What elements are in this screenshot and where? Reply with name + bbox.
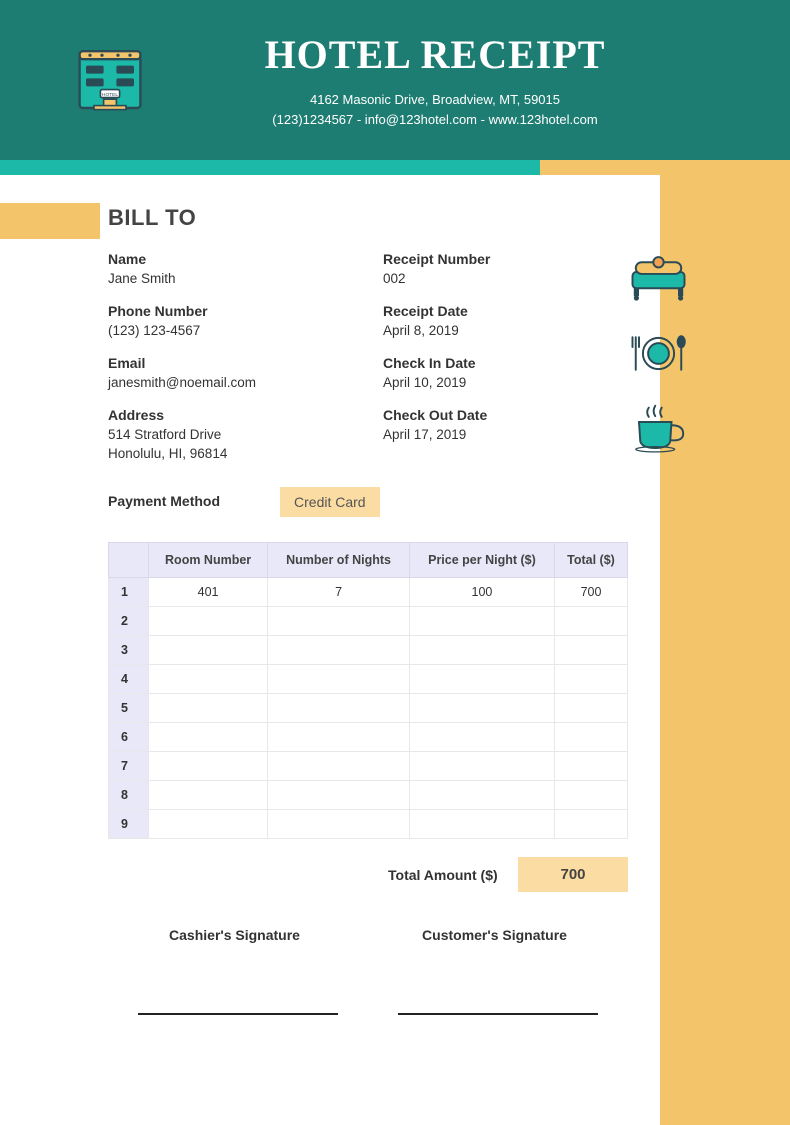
cell-nights — [268, 781, 410, 810]
cell-room — [149, 694, 268, 723]
phone-label: Phone Number — [108, 303, 353, 319]
table-row: 2 — [109, 607, 628, 636]
table-row: 5 — [109, 694, 628, 723]
cell-room — [149, 723, 268, 752]
table-row: 6 — [109, 723, 628, 752]
cell-price — [409, 752, 554, 781]
phone-value: (123) 123-4567 — [108, 322, 353, 341]
customer-info: Name Jane Smith Phone Number (123) 123-4… — [108, 251, 353, 477]
total-amount-label: Total Amount ($) — [388, 867, 498, 883]
items-table: Room Number Number of Nights Price per N… — [108, 542, 628, 839]
cell-price — [409, 781, 554, 810]
row-number: 1 — [109, 578, 149, 607]
cell-price — [409, 607, 554, 636]
cell-price — [409, 723, 554, 752]
total-amount-value: 700 — [518, 857, 628, 892]
cell-price — [409, 810, 554, 839]
table-row: 3 — [109, 636, 628, 665]
cell-room — [149, 636, 268, 665]
table-row: 7 — [109, 752, 628, 781]
header: HOTEL HOTEL RECEIPT 4162 Masonic Drive, … — [0, 0, 790, 160]
cashier-signature-line — [138, 1013, 338, 1015]
name-label: Name — [108, 251, 353, 267]
cell-nights — [268, 665, 410, 694]
cell-price: 100 — [409, 578, 554, 607]
cell-total — [555, 752, 628, 781]
receipt-date-label: Receipt Date — [383, 303, 628, 319]
cell-total — [555, 636, 628, 665]
address-label: Address — [108, 407, 353, 423]
coffee-icon — [626, 401, 691, 456]
bed-icon — [626, 251, 691, 306]
hotel-address: 4162 Masonic Drive, Broadview, MT, 59015 — [150, 90, 720, 110]
table-row: 9 — [109, 810, 628, 839]
svg-text:HOTEL: HOTEL — [102, 92, 118, 98]
email-value: janesmith@noemail.com — [108, 374, 353, 393]
cell-nights — [268, 694, 410, 723]
customer-signature-label: Customer's Signature — [422, 927, 567, 943]
cell-nights — [268, 636, 410, 665]
cell-price — [409, 665, 554, 694]
divider-stripe — [0, 160, 790, 175]
email-label: Email — [108, 355, 353, 371]
cell-room: 401 — [149, 578, 268, 607]
cell-price — [409, 636, 554, 665]
cashier-signature-label: Cashier's Signature — [169, 927, 300, 943]
row-number: 4 — [109, 665, 149, 694]
customer-signature-line — [398, 1013, 598, 1015]
checkout-label: Check Out Date — [383, 407, 628, 423]
row-number: 8 — [109, 781, 149, 810]
hotel-contact: (123)1234567 - info@123hotel.com - www.1… — [150, 110, 720, 130]
row-number: 5 — [109, 694, 149, 723]
row-number: 6 — [109, 723, 149, 752]
cell-total — [555, 607, 628, 636]
address-line1: 514 Stratford Drive — [108, 426, 353, 445]
cell-total — [555, 781, 628, 810]
cell-total — [555, 665, 628, 694]
bill-to-heading: BILL TO — [108, 205, 628, 231]
row-number: 9 — [109, 810, 149, 839]
address-line2: Honolulu, HI, 96814 — [108, 445, 353, 464]
receipt-info: Receipt Number 002 Receipt Date April 8,… — [383, 251, 628, 477]
table-row: 8 — [109, 781, 628, 810]
col-room: Room Number — [149, 543, 268, 578]
cell-total — [555, 723, 628, 752]
row-number: 3 — [109, 636, 149, 665]
table-row: 14017100700 — [109, 578, 628, 607]
left-accent — [0, 203, 100, 239]
cell-nights — [268, 752, 410, 781]
col-total: Total ($) — [555, 543, 628, 578]
cell-room — [149, 607, 268, 636]
table-row: 4 — [109, 665, 628, 694]
row-number: 7 — [109, 752, 149, 781]
row-number: 2 — [109, 607, 149, 636]
cell-nights: 7 — [268, 578, 410, 607]
cell-total: 700 — [555, 578, 628, 607]
cell-total — [555, 694, 628, 723]
payment-method-value: Credit Card — [280, 487, 380, 517]
payment-method-label: Payment Method — [108, 493, 220, 509]
col-nights: Number of Nights — [268, 543, 410, 578]
cell-room — [149, 752, 268, 781]
receipt-date-value: April 8, 2019 — [383, 322, 628, 341]
page-title: HOTEL RECEIPT — [150, 31, 720, 78]
cell-price — [409, 694, 554, 723]
checkin-value: April 10, 2019 — [383, 374, 628, 393]
checkout-value: April 17, 2019 — [383, 426, 628, 445]
cell-nights — [268, 723, 410, 752]
receipt-number-value: 002 — [383, 270, 628, 289]
receipt-number-label: Receipt Number — [383, 251, 628, 267]
cell-total — [555, 810, 628, 839]
cell-room — [149, 810, 268, 839]
cell-nights — [268, 607, 410, 636]
dining-icon — [626, 326, 691, 381]
checkin-label: Check In Date — [383, 355, 628, 371]
name-value: Jane Smith — [108, 270, 353, 289]
hotel-icon: HOTEL — [70, 40, 150, 120]
col-price: Price per Night ($) — [409, 543, 554, 578]
cell-room — [149, 781, 268, 810]
cell-nights — [268, 810, 410, 839]
cell-room — [149, 665, 268, 694]
